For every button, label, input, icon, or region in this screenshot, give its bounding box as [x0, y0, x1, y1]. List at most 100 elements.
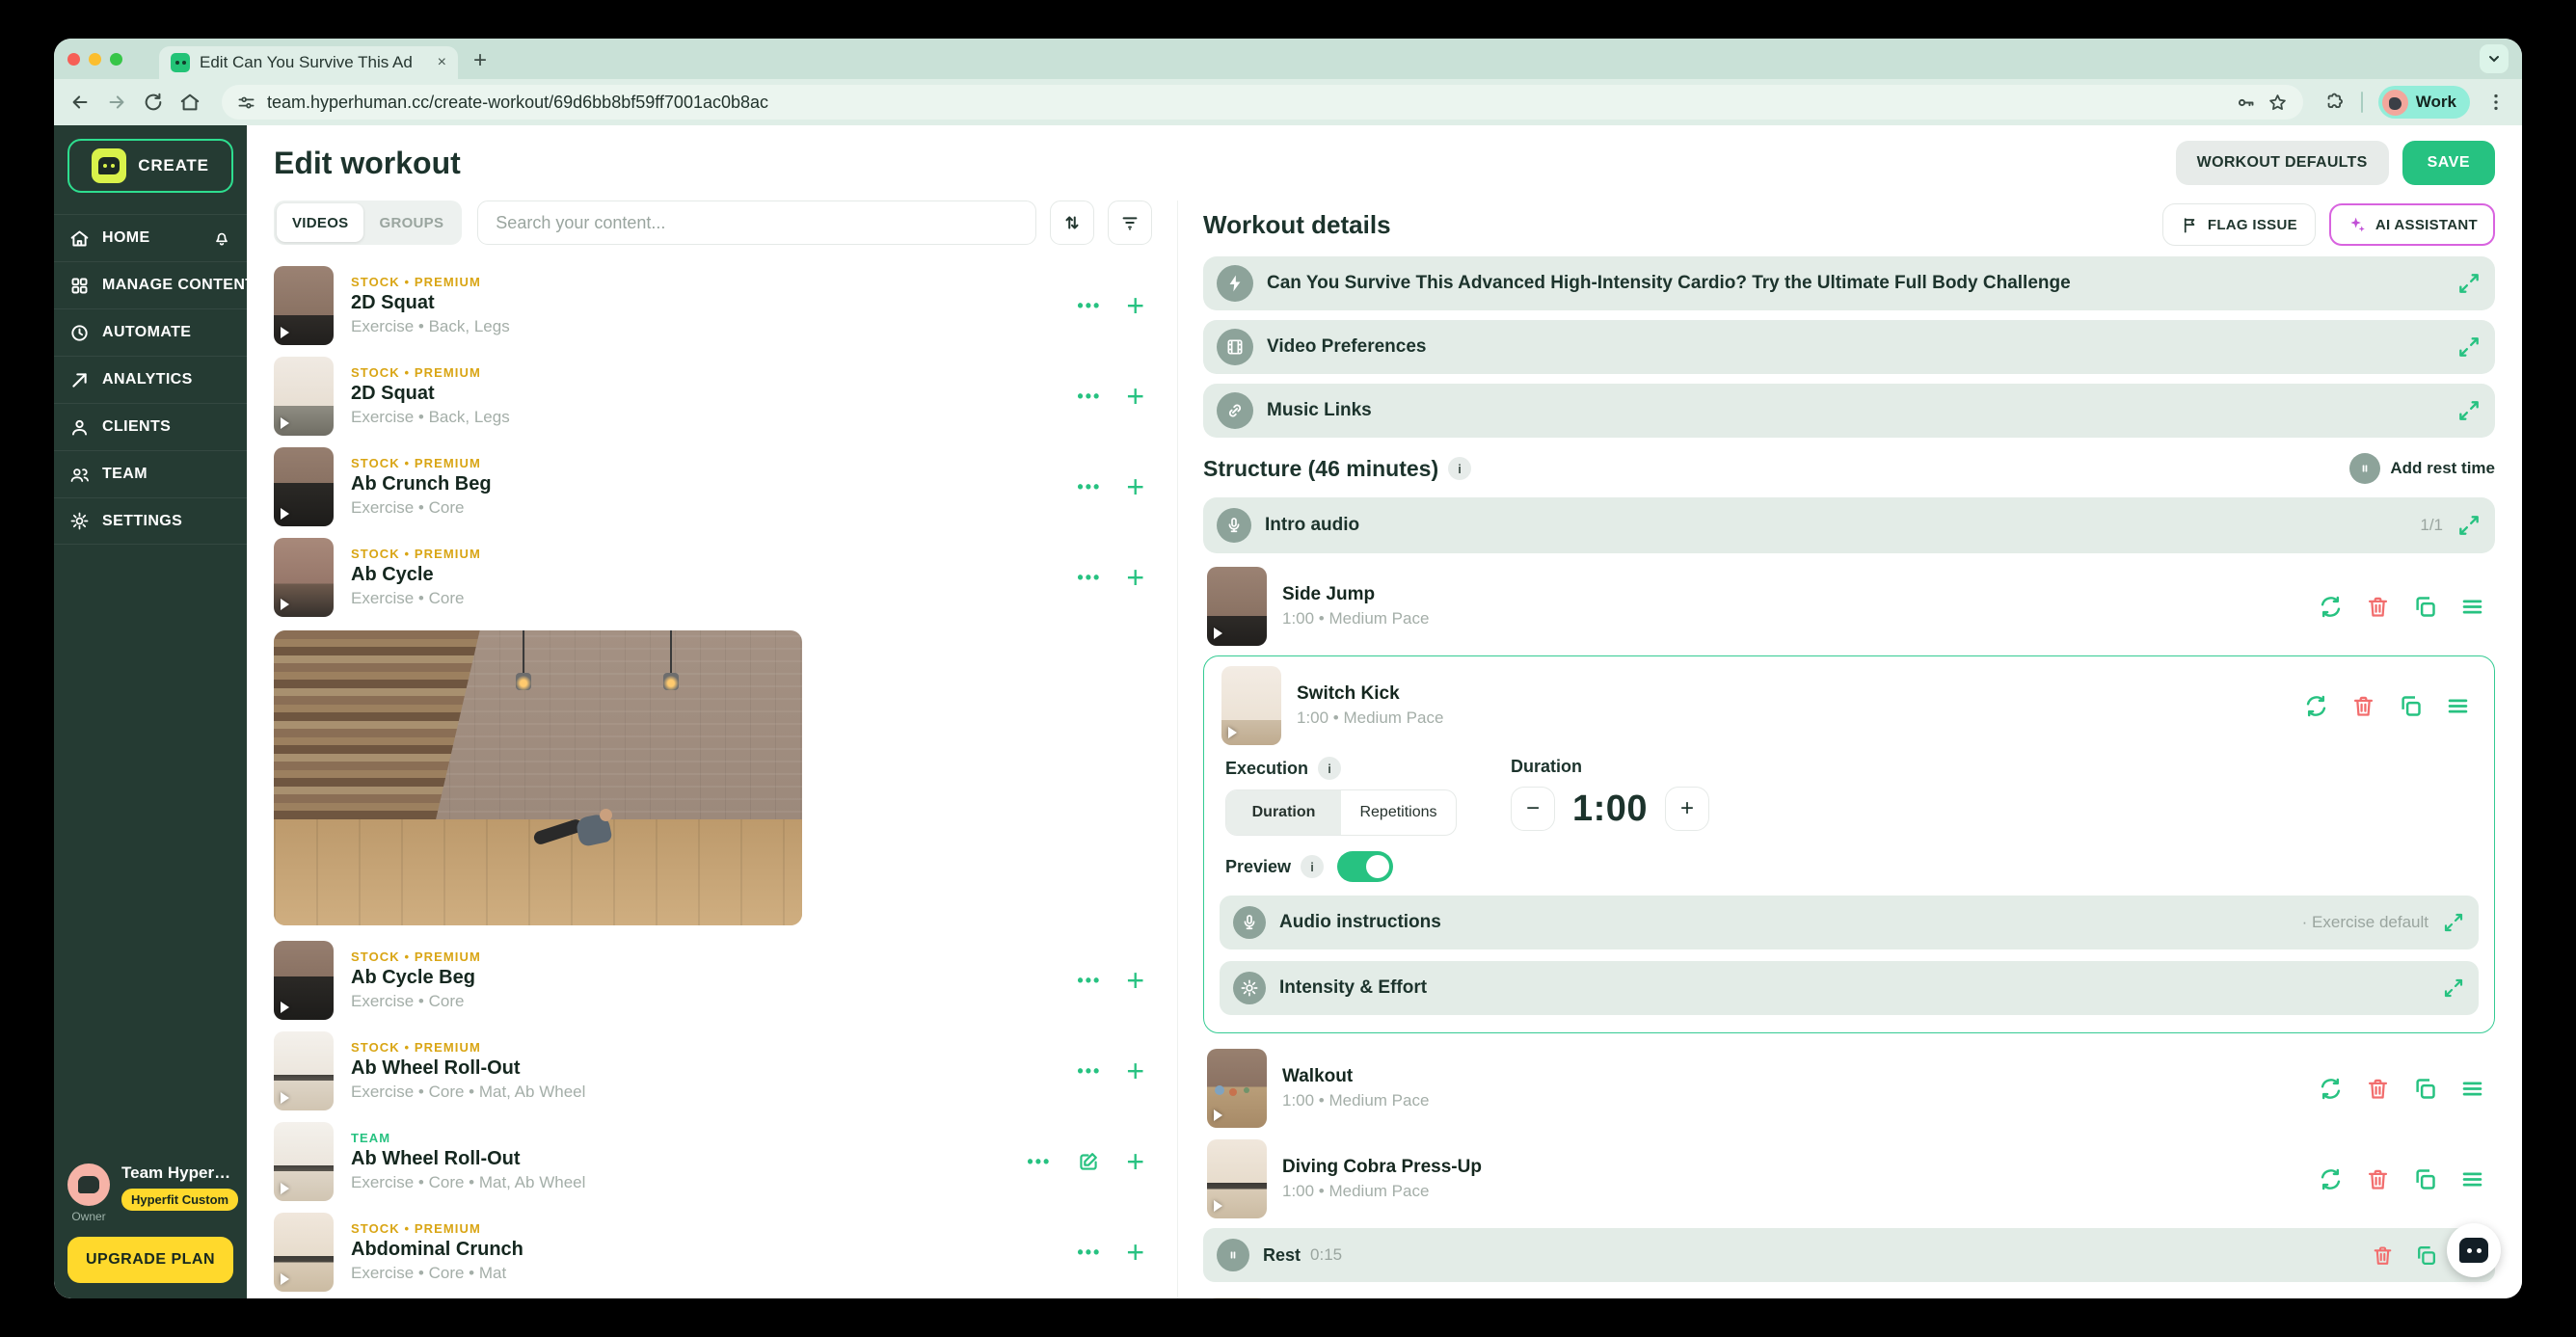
team-avatar[interactable] [67, 1163, 110, 1206]
expand-icon[interactable] [2442, 911, 2465, 934]
intro-audio-bar[interactable]: Intro audio 1/1 [1203, 497, 2495, 553]
replace-icon[interactable] [2318, 1076, 2344, 1102]
upgrade-plan-button[interactable]: UPGRADE PLAN [67, 1237, 233, 1283]
expand-icon[interactable] [2456, 334, 2482, 360]
sidebar-item-team[interactable]: TEAM [54, 450, 247, 497]
list-item[interactable]: STOCK • PREMIUM Ab Cycle Beg Exercise • … [274, 935, 1152, 1026]
more-options-button[interactable]: ••• [1077, 1061, 1101, 1082]
info-icon[interactable]: i [1301, 855, 1324, 878]
exercise-row[interactable]: Walkout 1:00 • Medium Pace [1203, 1043, 2495, 1134]
password-key-icon[interactable] [2236, 93, 2256, 113]
exercise-row[interactable]: Switch Kick 1:00 • Medium Pace [1218, 660, 2481, 751]
replace-icon[interactable] [2303, 693, 2329, 719]
video-preview-player[interactable] [274, 630, 802, 925]
duplicate-icon[interactable] [2412, 1076, 2438, 1102]
exercise-thumbnail[interactable] [1207, 1139, 1267, 1218]
audio-instructions-bar[interactable]: Audio instructions · Exercise default [1220, 896, 2479, 949]
intensity-effort-bar[interactable]: Intensity & Effort [1220, 961, 2479, 1015]
add-to-workout-button[interactable]: + [1126, 965, 1144, 996]
decrease-duration-button[interactable]: − [1511, 787, 1555, 831]
back-button[interactable] [69, 92, 91, 113]
execution-option-repetitions[interactable]: Repetitions [1341, 790, 1456, 835]
video-thumbnail[interactable] [274, 1031, 334, 1110]
preview-toggle[interactable] [1337, 851, 1393, 882]
minimize-window-button[interactable] [89, 53, 101, 66]
notifications-bell-icon[interactable] [212, 228, 231, 248]
exercise-row[interactable]: Diving Cobra Press-Up 1:00 • Medium Pace [1203, 1134, 2495, 1224]
sidebar-item-automate[interactable]: AUTOMATE [54, 308, 247, 356]
url-bar[interactable]: team.hyperhuman.cc/create-workout/69d6bb… [222, 85, 2303, 120]
delete-icon[interactable] [2365, 1166, 2391, 1192]
replace-icon[interactable] [2318, 594, 2344, 620]
flag-issue-button[interactable]: FLAG ISSUE [2162, 203, 2316, 246]
add-to-workout-button[interactable]: + [1126, 471, 1144, 502]
delete-icon[interactable] [2365, 594, 2391, 620]
sidebar-item-analytics[interactable]: ANALYTICS [54, 356, 247, 403]
add-to-workout-button[interactable]: + [1126, 1146, 1144, 1177]
expand-icon[interactable] [2456, 513, 2482, 538]
accordion-video-preferences[interactable]: Video Preferences [1203, 320, 2495, 374]
video-thumbnail[interactable] [274, 357, 334, 436]
chat-assistant-fab[interactable] [2447, 1223, 2501, 1277]
url-text[interactable]: team.hyperhuman.cc/create-workout/69d6bb… [267, 93, 2224, 113]
create-button[interactable]: CREATE [67, 139, 233, 193]
duplicate-icon[interactable] [2414, 1243, 2438, 1268]
exercise-row[interactable]: Side Jump 1:00 • Medium Pace [1203, 561, 2495, 652]
browser-tab[interactable]: Edit Can You Survive This Ad × [159, 46, 458, 79]
save-button[interactable]: SAVE [2402, 141, 2495, 185]
search-input[interactable] [477, 201, 1036, 245]
accordion-workout-title[interactable]: Can You Survive This Advanced High-Inten… [1203, 256, 2495, 310]
delete-icon[interactable] [2365, 1076, 2391, 1102]
forward-button[interactable] [106, 92, 127, 113]
sidebar-item-clients[interactable]: CLIENTS [54, 403, 247, 450]
workout-defaults-button[interactable]: WORKOUT DEFAULTS [2176, 141, 2389, 185]
sidebar-item-home[interactable]: HOME [54, 214, 247, 261]
info-icon[interactable]: i [1448, 457, 1471, 480]
reload-button[interactable] [143, 92, 164, 113]
home-button[interactable] [179, 92, 201, 113]
accordion-music-links[interactable]: Music Links [1203, 384, 2495, 438]
list-item[interactable]: STOCK • PREMIUM Ab Cycle Exercise • Core… [274, 532, 1152, 623]
more-options-button[interactable]: ••• [1077, 387, 1101, 407]
expand-icon[interactable] [2456, 398, 2482, 423]
expand-icon[interactable] [2456, 271, 2482, 296]
new-tab-button[interactable]: + [473, 47, 487, 74]
exercise-thumbnail[interactable] [1207, 1049, 1267, 1128]
list-item[interactable]: STOCK • PREMIUM Abdominal Crunch Exercis… [274, 1207, 1152, 1297]
ai-assistant-button[interactable]: AI ASSISTANT [2329, 203, 2495, 246]
filter-button[interactable] [1108, 201, 1152, 245]
list-item[interactable]: STOCK • PREMIUM 2D Squat Exercise • Back… [274, 260, 1152, 351]
duplicate-icon[interactable] [2398, 693, 2424, 719]
list-item[interactable]: STOCK • PREMIUM Ab Crunch Beg Exercise •… [274, 441, 1152, 532]
drag-handle-icon[interactable] [2445, 693, 2471, 719]
delete-icon[interactable] [2350, 693, 2376, 719]
close-window-button[interactable] [67, 53, 80, 66]
browser-menu-icon[interactable] [2485, 92, 2507, 113]
maximize-window-button[interactable] [110, 53, 122, 66]
more-options-button[interactable]: ••• [1027, 1152, 1051, 1172]
bookmark-star-icon[interactable] [2267, 93, 2288, 113]
video-thumbnail[interactable] [274, 1213, 334, 1292]
add-to-workout-button[interactable]: + [1126, 381, 1144, 412]
add-to-workout-button[interactable]: + [1126, 290, 1144, 321]
exercise-thumbnail[interactable] [1207, 567, 1267, 646]
profile-chip[interactable]: Work [2378, 86, 2470, 119]
add-to-workout-button[interactable]: + [1126, 1056, 1144, 1086]
list-item[interactable]: STOCK • PREMIUM 2D Squat Exercise • Back… [274, 351, 1152, 441]
drag-handle-icon[interactable] [2459, 594, 2485, 620]
site-settings-icon[interactable] [237, 94, 255, 112]
add-to-workout-button[interactable]: + [1126, 562, 1144, 593]
exercise-thumbnail[interactable] [1207, 1297, 1267, 1298]
sort-button[interactable] [1050, 201, 1094, 245]
sidebar-item-settings[interactable]: SETTINGS [54, 497, 247, 545]
tab-videos[interactable]: VIDEOS [277, 203, 363, 242]
more-options-button[interactable]: ••• [1077, 1243, 1101, 1263]
extensions-icon[interactable] [2324, 92, 2346, 113]
tab-groups[interactable]: GROUPS [363, 203, 459, 242]
duplicate-icon[interactable] [2412, 594, 2438, 620]
execution-option-duration[interactable]: Duration [1226, 790, 1341, 835]
rest-bar[interactable]: Rest 0:15 [1203, 1228, 2495, 1282]
tab-close-icon[interactable]: × [438, 54, 446, 71]
tab-search-chevron-button[interactable] [2480, 44, 2509, 73]
increase-duration-button[interactable]: + [1665, 787, 1709, 831]
